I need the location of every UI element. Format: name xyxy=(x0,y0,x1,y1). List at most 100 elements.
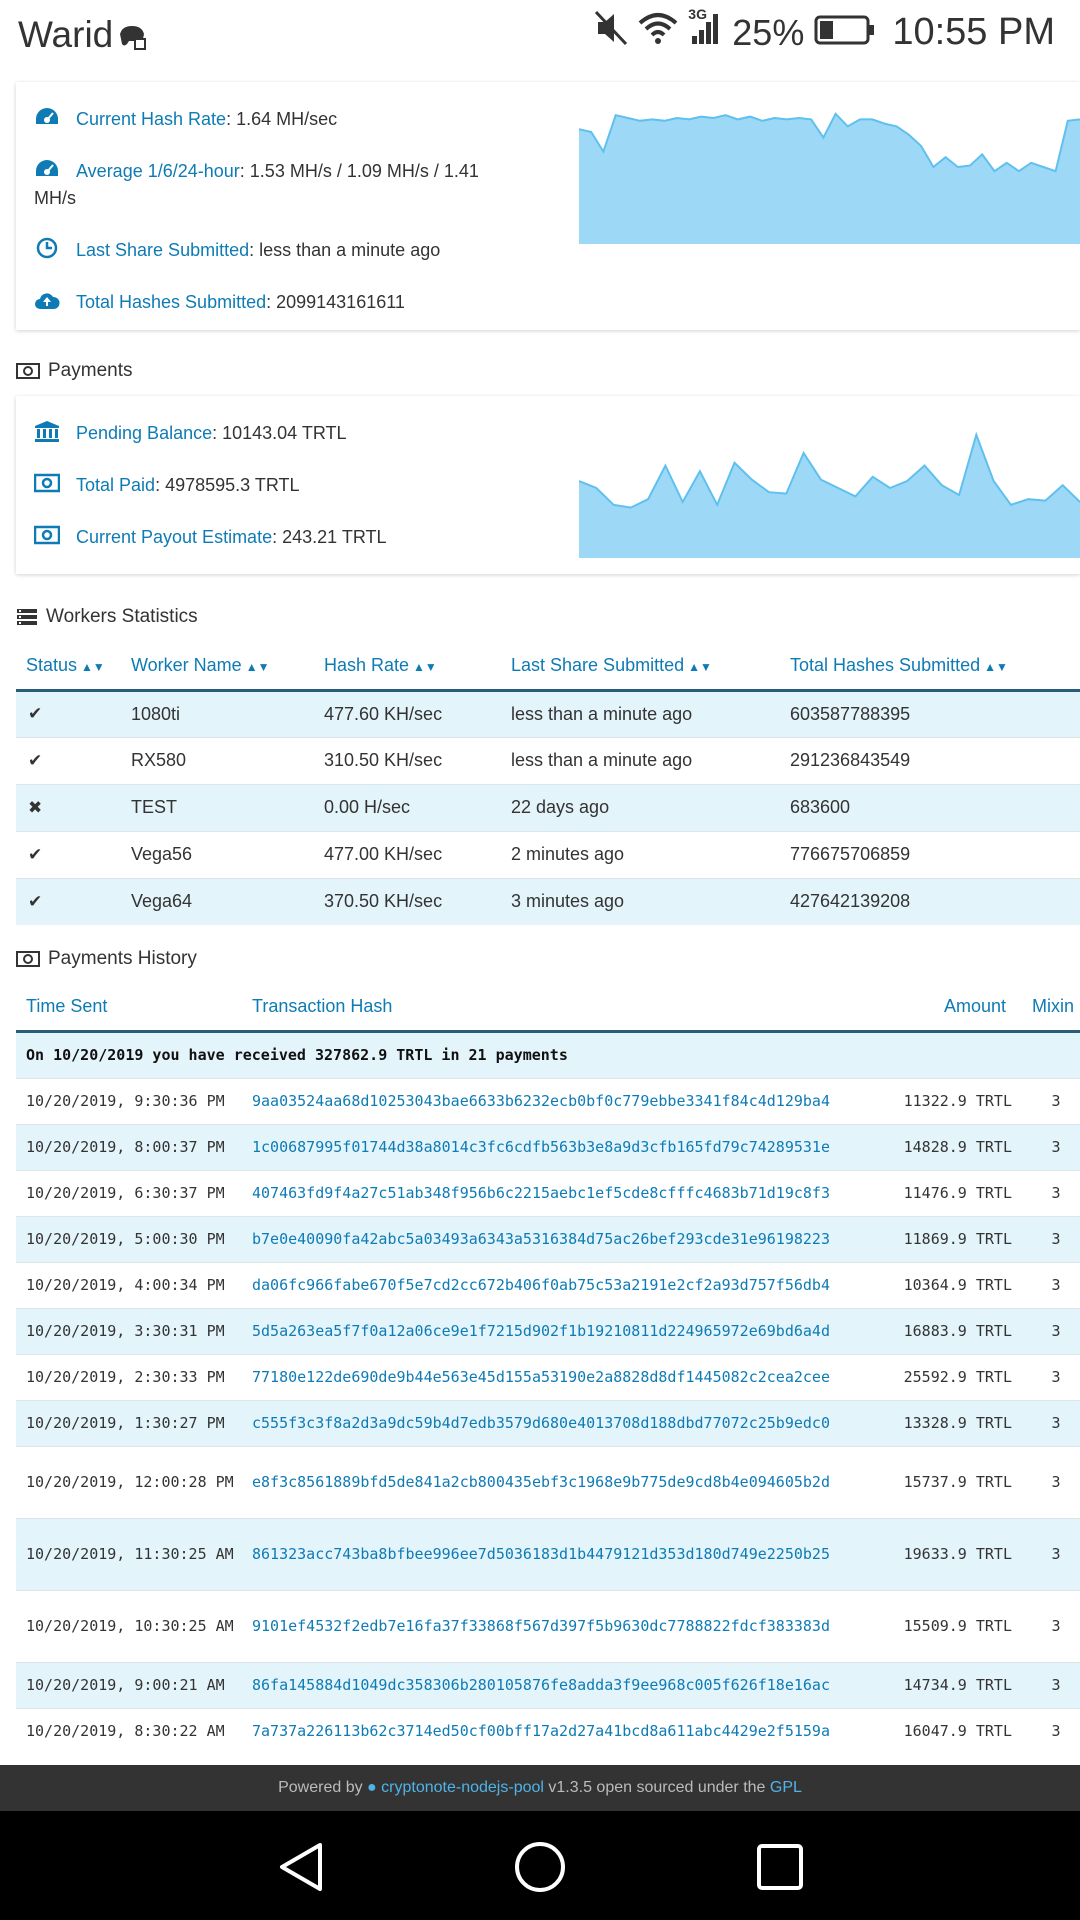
worker-name: Vega64 xyxy=(131,877,324,925)
sort-total-hashes[interactable]: Total Hashes Submitted ▲▼ xyxy=(790,643,1080,692)
current-payout-estimate: Current Payout Estimate: 243.21 TRTL xyxy=(33,524,387,551)
payment-amount: 11476.9 TRTL xyxy=(882,1169,1032,1216)
worker-name: 1080ti xyxy=(131,689,324,737)
payment-row: 10/20/2019, 8:30:22 AM 7a737a226113b62c37… xyxy=(16,1707,1080,1754)
payment-transaction-hash[interactable]: 1c00687995f01744d38a8014c3fc6cdfb563b3e8… xyxy=(252,1123,882,1170)
payment-row: 10/20/2019, 3:30:31 PM 5d5a263ea5f7f0a12a… xyxy=(16,1307,1080,1354)
average-hash-rate: Average 1/6/24-hour: 1.53 MH/s / 1.09 MH… xyxy=(34,158,554,212)
payment-row: 10/20/2019, 12:00:28 PM e8f3c8561889bfd5d… xyxy=(16,1445,1080,1518)
payment-amount: 15737.9 TRTL xyxy=(882,1445,1032,1518)
col-amount: Amount xyxy=(882,984,1032,1033)
payment-transaction-hash[interactable]: 86fa145884d1049dc358306b280105876fe8adda… xyxy=(252,1661,882,1708)
payment-mixin: 3 xyxy=(1032,1077,1080,1124)
payment-mixin: 3 xyxy=(1032,1445,1080,1518)
navigation-bar xyxy=(0,1811,1080,1920)
sort-status[interactable]: Status ▲▼ xyxy=(16,643,131,692)
payment-time: 10/20/2019, 10:30:25 AM xyxy=(16,1589,252,1662)
recents-icon[interactable] xyxy=(756,1843,804,1891)
payment-time: 10/20/2019, 9:00:21 AM xyxy=(16,1661,252,1708)
payment-transaction-hash[interactable]: 407463fd9f4a27c51ab348f956b6c2215aebc1ef… xyxy=(252,1169,882,1216)
cloud-upload-icon xyxy=(34,289,60,311)
payments-summary-row: On 10/20/2019 you have received 327862.9… xyxy=(16,1030,1080,1078)
sort-icon: ▲▼ xyxy=(413,660,437,675)
status-icons: 3G 25% 10:55 PM xyxy=(594,6,1055,55)
payment-transaction-hash[interactable]: 9aa03524aa68d10253043bae6633b6232ecb0bf0… xyxy=(252,1077,882,1124)
payment-mixin: 3 xyxy=(1032,1353,1080,1400)
status-bar: Warid 3G 25% 10:55 PM xyxy=(0,0,1080,74)
payment-transaction-hash[interactable]: e8f3c8561889bfd5de841a2cb800435ebf3c1968… xyxy=(252,1445,882,1518)
worker-total-hashes: 683600 xyxy=(790,783,1080,831)
worker-status-icon: ✔ xyxy=(16,877,131,925)
hash-rate-chart xyxy=(579,112,1080,244)
payment-time: 10/20/2019, 4:00:34 PM xyxy=(16,1261,252,1308)
bank-icon xyxy=(34,420,60,442)
worker-last-share: less than a minute ago xyxy=(511,736,790,784)
payment-transaction-hash[interactable]: 861323acc743ba8bfbee996ee7d5036183d1b447… xyxy=(252,1517,882,1590)
pending-balance: Pending Balance: 10143.04 TRTL xyxy=(34,420,347,447)
payment-time: 10/20/2019, 9:30:36 PM xyxy=(16,1077,252,1124)
payment-mixin: 3 xyxy=(1032,1517,1080,1590)
money-icon xyxy=(16,951,40,967)
worker-status-icon: ✔ xyxy=(16,689,131,737)
sort-icon: ▲▼ xyxy=(984,660,1008,675)
sort-worker-name[interactable]: Worker Name ▲▼ xyxy=(131,643,324,692)
project-link[interactable]: cryptonote-nodejs-pool xyxy=(381,1779,544,1796)
github-icon: ● xyxy=(367,1779,377,1796)
worker-last-share: less than a minute ago xyxy=(511,689,790,737)
sort-icon: ▲▼ xyxy=(245,660,270,675)
sort-last-share[interactable]: Last Share Submitted ▲▼ xyxy=(511,643,790,692)
wifi-icon xyxy=(638,11,678,54)
payment-transaction-hash[interactable]: da06fc966fabe670f5e7cd2cc672b406f0ab75c5… xyxy=(252,1261,882,1308)
payment-transaction-hash[interactable]: 7a737a226113b62c3714ed50cf00bff17a2d27a4… xyxy=(252,1707,882,1754)
payment-row: 10/20/2019, 4:00:34 PM da06fc966fabe670f5… xyxy=(16,1261,1080,1308)
worker-row: ✔ 1080ti 477.60 KH/sec less than a minute a… xyxy=(16,689,1080,737)
workers-section-header: Workers Statistics xyxy=(16,606,198,628)
clock: 10:55 PM xyxy=(892,11,1055,53)
payment-time: 10/20/2019, 12:00:28 PM xyxy=(16,1445,252,1518)
payment-amount: 16047.9 TRTL xyxy=(882,1707,1032,1754)
payment-mixin: 3 xyxy=(1032,1707,1080,1754)
payment-mixin: 3 xyxy=(1032,1307,1080,1354)
payment-amount: 11869.9 TRTL xyxy=(882,1215,1032,1262)
payment-time: 10/20/2019, 1:30:27 PM xyxy=(16,1399,252,1446)
home-icon[interactable] xyxy=(514,1841,566,1893)
payment-row: 10/20/2019, 9:00:21 AM 86fa145884d1049dc3… xyxy=(16,1661,1080,1708)
payment-row: 10/20/2019, 1:30:27 PM c555f3c3f8a2d3a9dc… xyxy=(16,1399,1080,1446)
payments-header-row: Time Sent Transaction Hash Amount Mixin xyxy=(16,984,1080,1033)
worker-last-share: 22 days ago xyxy=(511,783,790,831)
money-icon xyxy=(33,524,61,546)
clock-icon xyxy=(34,237,60,259)
payment-mixin: 3 xyxy=(1032,1589,1080,1662)
payment-row: 10/20/2019, 5:00:30 PM b7e0e40090fa42abc5… xyxy=(16,1215,1080,1262)
payment-time: 10/20/2019, 2:30:33 PM xyxy=(16,1353,252,1400)
payment-row: 10/20/2019, 9:30:36 PM 9aa03524aa68d10253… xyxy=(16,1077,1080,1124)
sort-hash-rate[interactable]: Hash Rate ▲▼ xyxy=(324,643,511,692)
dashboard-icon xyxy=(34,106,60,128)
money-icon xyxy=(16,363,40,379)
payment-transaction-hash[interactable]: 5d5a263ea5f7f0a12a06ce9e1f7215d902f1b192… xyxy=(252,1307,882,1354)
back-icon[interactable] xyxy=(276,1841,326,1893)
payment-transaction-hash[interactable]: b7e0e40090fa42abc5a03493a6343a5316384d75… xyxy=(252,1215,882,1262)
payment-time: 10/20/2019, 8:00:37 PM xyxy=(16,1123,252,1170)
payments-section-header: Payments xyxy=(16,360,132,382)
payment-amount: 19633.9 TRTL xyxy=(882,1517,1032,1590)
server-icon xyxy=(17,609,37,625)
footer: Powered by ● cryptonote-nodejs-pool v1.3… xyxy=(0,1765,1080,1811)
last-share-submitted: Last Share Submitted: less than a minute… xyxy=(34,237,440,264)
sort-icon: ▲▼ xyxy=(81,660,105,675)
worker-hash-rate: 477.60 KH/sec xyxy=(324,689,511,737)
worker-total-hashes: 603587788395 xyxy=(790,689,1080,737)
sort-icon: ▲▼ xyxy=(688,660,712,675)
payment-time: 10/20/2019, 11:30:25 AM xyxy=(16,1517,252,1590)
game-controller-icon xyxy=(116,22,148,57)
worker-last-share: 2 minutes ago xyxy=(511,830,790,878)
money-icon xyxy=(33,472,61,494)
license-link[interactable]: GPL xyxy=(770,1779,802,1796)
payment-transaction-hash[interactable]: c555f3c3f8a2d3a9dc59b4d7edb3579d680e4013… xyxy=(252,1399,882,1446)
battery-percent: 25% xyxy=(732,11,805,53)
payment-row: 10/20/2019, 2:30:33 PM 77180e122de690de9b… xyxy=(16,1353,1080,1400)
payment-mixin: 3 xyxy=(1032,1123,1080,1170)
payment-transaction-hash[interactable]: 9101ef4532f2edb7e16fa37f33868f567d397f5b… xyxy=(252,1589,882,1662)
worker-total-hashes: 427642139208 xyxy=(790,877,1080,925)
payment-transaction-hash[interactable]: 77180e122de690de9b44e563e45d155a53190e2a… xyxy=(252,1353,882,1400)
